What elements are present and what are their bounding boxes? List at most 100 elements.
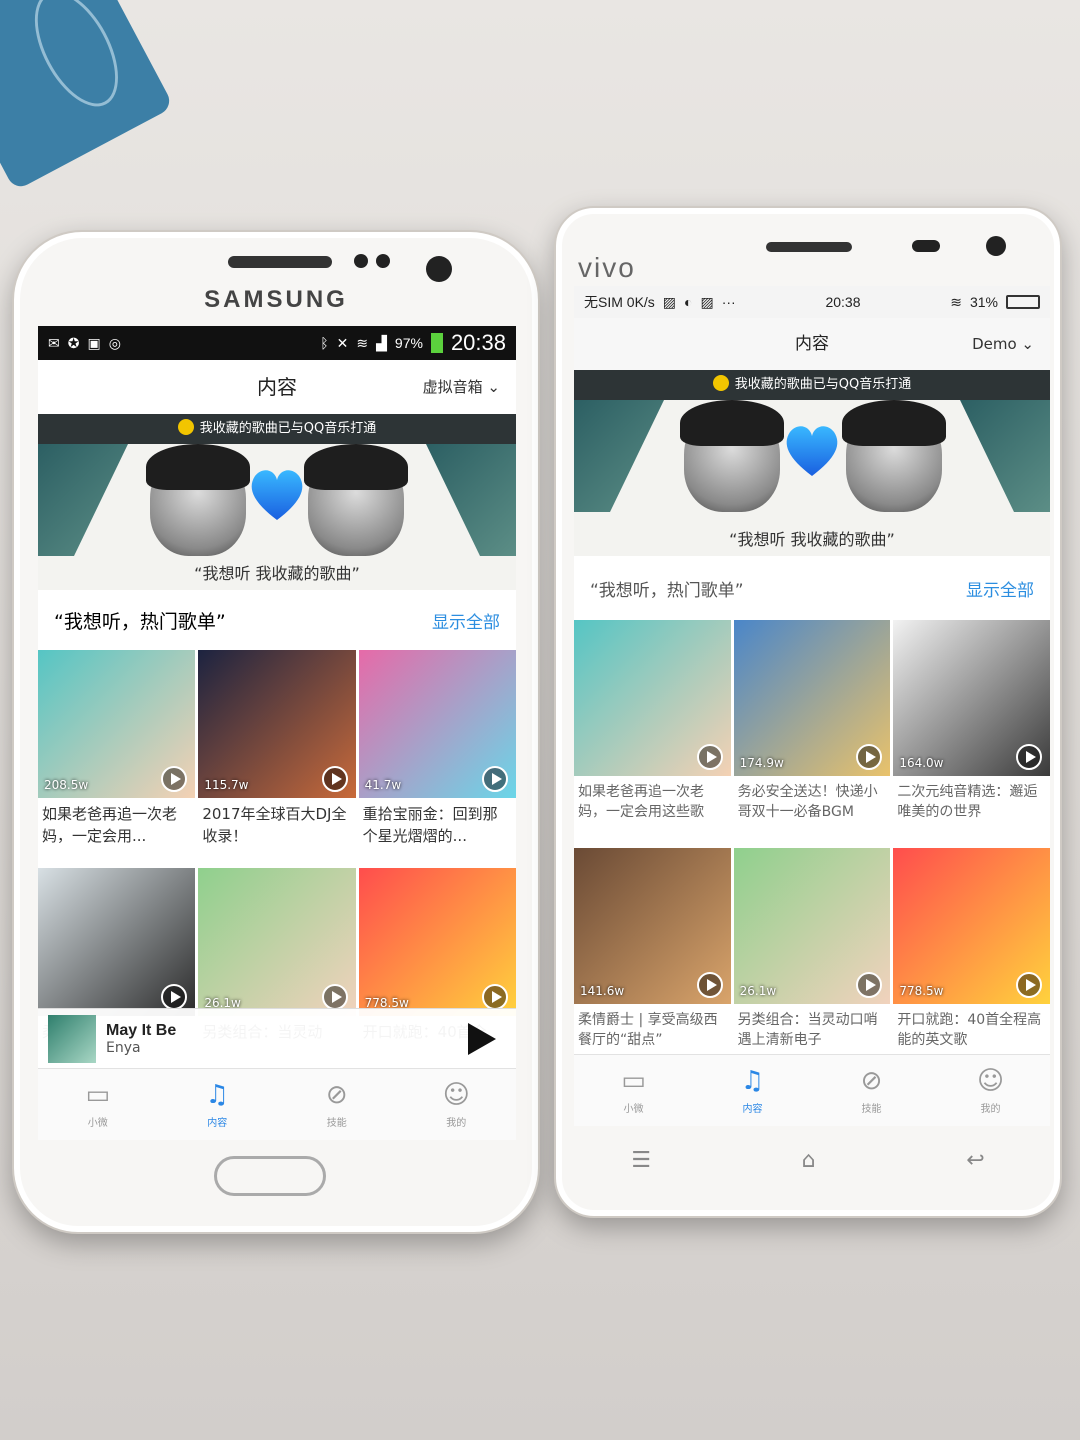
heart-icon bbox=[786, 426, 838, 476]
artist-name: Enya bbox=[106, 1039, 141, 1056]
compass-icon: ⊘ bbox=[860, 1066, 883, 1096]
sim-icon: ▣ bbox=[87, 334, 101, 351]
play-button[interactable] bbox=[468, 1022, 496, 1055]
section-title: “我想听，热门歌单” bbox=[590, 580, 744, 601]
home-key-icon[interactable]: ⌂ bbox=[802, 1148, 816, 1173]
section-header: “我想听，热门歌单” 显示全部 bbox=[38, 590, 516, 650]
playlist-tile[interactable]: 164.0w 二次元纯音精选：邂逅唯美的の世界 bbox=[893, 620, 1050, 846]
tab-2[interactable]: ♫ 内容 bbox=[158, 1069, 278, 1140]
battery-icon bbox=[430, 333, 443, 353]
status-bar: ✉ ✪ ▣ ◎ ᛒ ✕ ≋ ▟ 97% 20:38 bbox=[38, 326, 516, 360]
play-count: 174.9w bbox=[739, 756, 784, 770]
playlist-title: 务必安全送达！快递小哥双十一必备BGM bbox=[737, 784, 878, 821]
favorites-banner[interactable]: 我收藏的歌曲已与QQ音乐打通 “我想听 我收藏的歌曲” bbox=[38, 414, 516, 590]
tab-label: 内容 bbox=[742, 1104, 763, 1115]
banner-artwork bbox=[38, 444, 516, 556]
playlist-cover: 26.1w bbox=[198, 868, 356, 1016]
play-count: 41.7w bbox=[364, 778, 402, 792]
battery-icon bbox=[1005, 295, 1040, 309]
playlist-cover: 164.0w bbox=[893, 620, 1050, 776]
tab-3[interactable]: ⊘ 技能 bbox=[277, 1069, 397, 1140]
bottom-tab-bar: ▭ 小微 ♫ 内容 ⊘ 技能 ☺ 我的 bbox=[574, 1054, 1050, 1126]
tab-2[interactable]: ♫ 内容 bbox=[693, 1055, 812, 1126]
status-time: 20:38 bbox=[450, 330, 506, 355]
samsung-phone: SAMSUNG ✉ ✪ ▣ ◎ ᛒ ✕ ≋ ▟ 97% 20:38 内容 虚拟音… bbox=[12, 230, 540, 1234]
playlist-tile[interactable]: 208.5w 如果老爸再追一次老妈，一定会用... bbox=[38, 650, 196, 866]
chevron-down-icon: ⌄ bbox=[1021, 335, 1034, 353]
play-circle-icon[interactable] bbox=[481, 766, 508, 792]
play-circle-icon[interactable] bbox=[161, 766, 188, 792]
play-circle-icon[interactable] bbox=[1016, 972, 1042, 998]
playlist-cover: 174.9w bbox=[733, 620, 891, 776]
bottom-tab-bar: ▭ 小微 ♫ 内容 ⊘ 技能 ☺ 我的 bbox=[38, 1068, 516, 1140]
title-bar: 内容 Demo ⌄ bbox=[574, 318, 1050, 370]
front-camera bbox=[426, 256, 452, 282]
more-icon: ··· bbox=[721, 294, 736, 310]
tab-1[interactable]: ▭ 小微 bbox=[38, 1069, 158, 1140]
tab-label: 我的 bbox=[980, 1104, 1001, 1115]
playlist-tile[interactable]: 115.7w 2017年全球百大DJ全收录！ bbox=[198, 650, 356, 866]
heart-icon bbox=[251, 470, 303, 520]
play-count: 208.5w bbox=[44, 778, 89, 792]
show-all-link[interactable]: 显示全部 bbox=[966, 576, 1034, 601]
play-circle-icon[interactable] bbox=[696, 744, 723, 770]
banner-strip: 我收藏的歌曲已与QQ音乐打通 bbox=[574, 370, 1050, 400]
playlist-tile[interactable]: 26.1w 另类组合：当灵动口哨遇上清新电子 bbox=[733, 848, 891, 1074]
show-all-link[interactable]: 显示全部 bbox=[432, 608, 500, 633]
home-button[interactable] bbox=[214, 1156, 326, 1196]
play-circle-icon[interactable] bbox=[1016, 744, 1042, 770]
playlist-cover: 115.7w bbox=[198, 650, 356, 798]
tab-4[interactable]: ☺ 我的 bbox=[397, 1069, 517, 1140]
blue-card-corner bbox=[0, 0, 175, 192]
playlist-tile[interactable]: 778.5w 开口就跑：40首全程高能的英文歌 bbox=[893, 848, 1050, 1074]
tab-4[interactable]: ☺ 我的 bbox=[931, 1055, 1050, 1126]
brand-logo: vivo bbox=[578, 252, 636, 283]
tab-3[interactable]: ⊘ 技能 bbox=[812, 1055, 931, 1126]
play-circle-icon[interactable] bbox=[696, 972, 723, 998]
back-key-icon[interactable]: ↩ bbox=[966, 1148, 984, 1173]
play-circle-icon[interactable] bbox=[161, 984, 188, 1010]
status-bar: 无SIM 0K/s ▨ ◐ ▨ ··· 20:38 ≋ 31% bbox=[574, 286, 1050, 318]
playlist-cover: 141.6w bbox=[574, 848, 731, 1004]
sensor-dot bbox=[376, 254, 390, 268]
favorites-banner[interactable]: 我收藏的歌曲已与QQ音乐打通 “我想听 我收藏的歌曲” bbox=[574, 370, 1050, 556]
music-note-icon: ♫ bbox=[205, 1080, 229, 1110]
earpiece-speaker bbox=[228, 256, 332, 268]
menu-key-icon[interactable]: ☰ bbox=[631, 1148, 651, 1173]
playlist-tile[interactable]: 41.7w 重拾宝丽金：回到那个星光熠熠的... bbox=[358, 650, 516, 866]
play-count: 115.7w bbox=[204, 778, 249, 792]
play-circle-icon[interactable] bbox=[856, 972, 883, 998]
tab-1[interactable]: ▭ 小微 bbox=[574, 1055, 693, 1126]
sensor-dot bbox=[354, 254, 368, 268]
banner-artwork bbox=[574, 400, 1050, 512]
section-header: “我想听，热门歌单” 显示全部 bbox=[574, 556, 1050, 620]
bluetooth-icon: ᛒ bbox=[320, 335, 329, 351]
play-circle-icon[interactable] bbox=[856, 744, 883, 770]
vivo-phone: vivo 无SIM 0K/s ▨ ◐ ▨ ··· 20:38 ≋ 31% 内容 … bbox=[554, 206, 1062, 1218]
playlist-tile[interactable]: 141.6w 柔情爵士 | 享受高级西餐厅的“甜点” bbox=[574, 848, 731, 1074]
playlist-title: 重拾宝丽金：回到那个星光熠熠的... bbox=[362, 805, 498, 845]
playlist-tile[interactable]: 174.9w 务必安全送达！快递小哥双十一必备BGM bbox=[733, 620, 891, 846]
image-icon: ▨ bbox=[662, 293, 677, 310]
wifi-icon: ≋ bbox=[356, 334, 369, 351]
image-icon: ▨ bbox=[700, 293, 714, 310]
wifi-icon: ≋ bbox=[950, 293, 962, 310]
play-circle-icon[interactable] bbox=[481, 984, 508, 1010]
playlist-title: 二次元纯音精选：邂逅唯美的の世界 bbox=[897, 784, 1038, 821]
samsung-screen: ✉ ✪ ▣ ◎ ᛒ ✕ ≋ ▟ 97% 20:38 内容 虚拟音箱 ⌄ 我收藏的… bbox=[38, 326, 516, 1140]
tab-label: 我的 bbox=[446, 1118, 467, 1129]
mute-icon: ✕ bbox=[336, 334, 349, 351]
mini-player[interactable]: May It Be Enya bbox=[38, 1008, 516, 1068]
playlist-tile[interactable]: 如果老爸再追一次老妈，一定会用这些歌 bbox=[574, 620, 731, 846]
banner-strip: 我收藏的歌曲已与QQ音乐打通 bbox=[38, 414, 516, 444]
play-count: 778.5w bbox=[899, 984, 944, 998]
sensor-dot bbox=[912, 240, 940, 252]
play-circle-icon[interactable] bbox=[321, 984, 348, 1010]
playlist-cover: 208.5w bbox=[38, 650, 196, 798]
user-icon: ☺ bbox=[976, 1066, 1005, 1096]
device-selector[interactable]: Demo ⌄ bbox=[972, 318, 1034, 370]
device-selector[interactable]: 虚拟音箱 ⌄ bbox=[423, 360, 500, 414]
play-circle-icon[interactable] bbox=[321, 766, 348, 792]
tab-label: 技能 bbox=[326, 1118, 347, 1129]
brand-logo: SAMSUNG bbox=[204, 286, 348, 313]
